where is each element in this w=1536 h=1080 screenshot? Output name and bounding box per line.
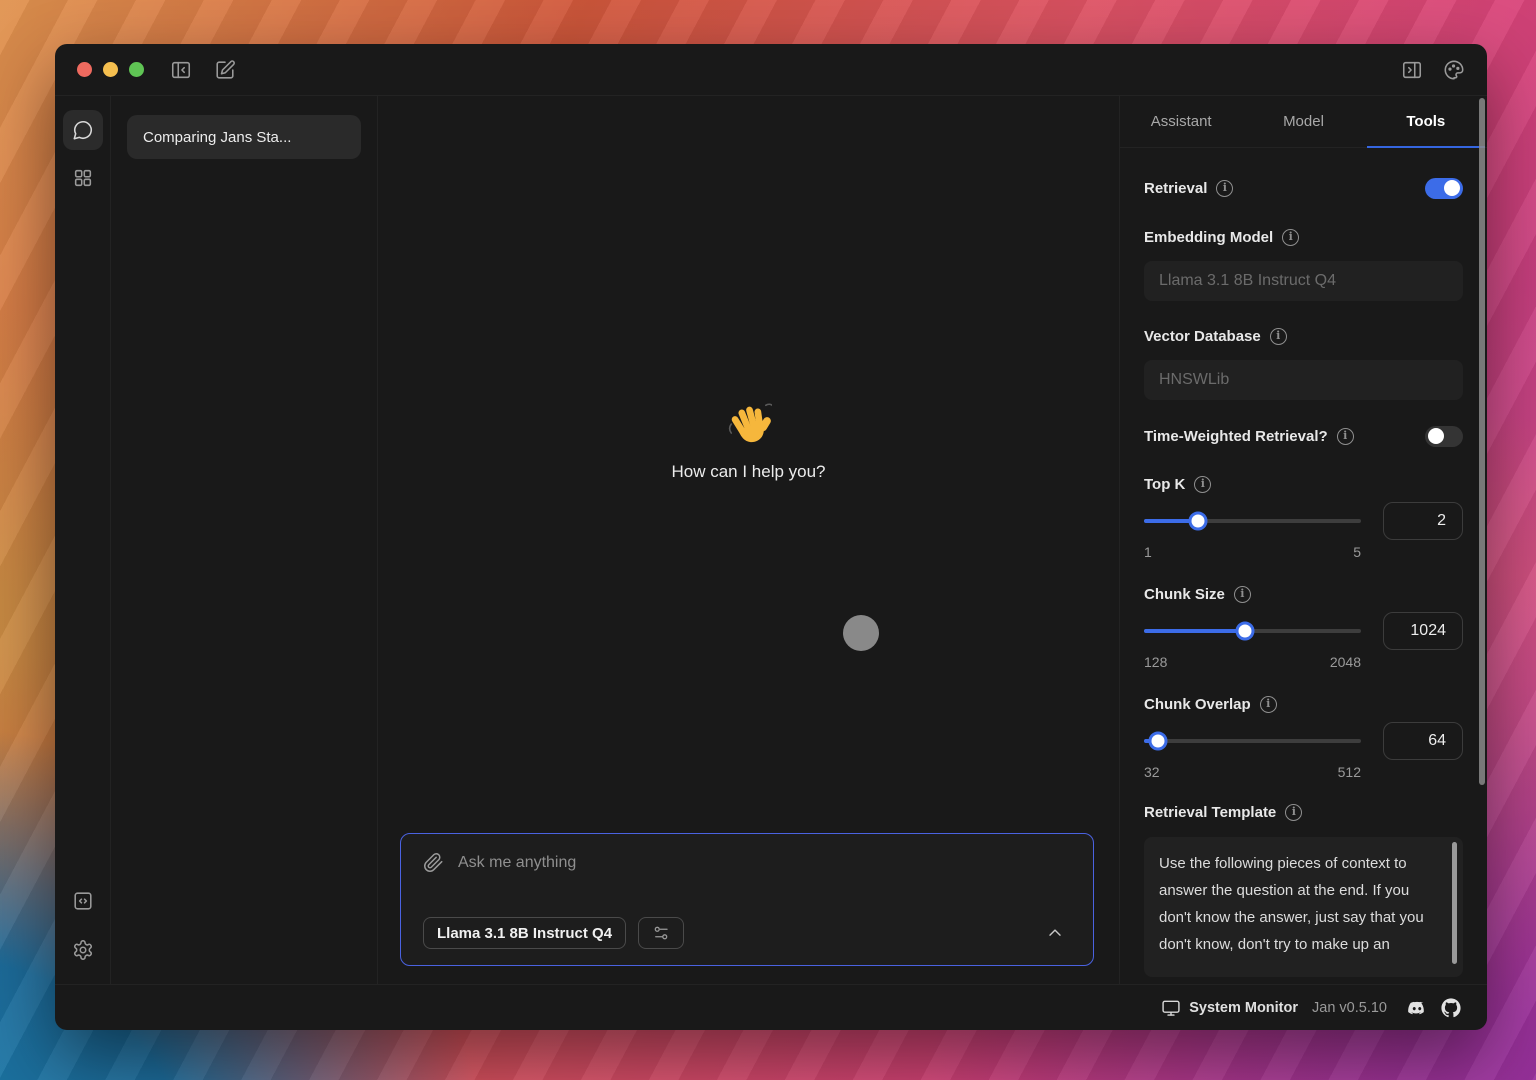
theme-button[interactable] xyxy=(1439,55,1469,85)
top-k-label: Top K xyxy=(1144,476,1185,493)
chunk-overlap-min: 32 xyxy=(1144,764,1160,780)
panel-tabs: Assistant Model Tools xyxy=(1120,96,1487,148)
settings-button[interactable] xyxy=(63,930,103,970)
embedding-model-label: Embedding Model xyxy=(1144,229,1273,246)
time-weighted-label: Time-Weighted Retrieval? xyxy=(1144,428,1328,445)
top-k-max: 5 xyxy=(1353,544,1361,560)
chunk-overlap-value-input[interactable]: 64 xyxy=(1383,722,1463,760)
retrieval-toggle[interactable] xyxy=(1425,178,1463,199)
tools-settings: Retrieval i Embedding Model i Llama 3.1 8B… xyxy=(1120,148,1487,984)
panel-left-close-icon xyxy=(170,59,192,81)
app-window: Comparing Jans Sta... xyxy=(55,44,1487,1030)
retrieval-label: Retrieval xyxy=(1144,180,1207,197)
toggle-left-panel-button[interactable] xyxy=(166,55,196,85)
retrieval-template-textarea[interactable]: Use the following pieces of context to a… xyxy=(1144,837,1463,977)
cursor-dot xyxy=(843,615,879,651)
new-thread-button[interactable] xyxy=(210,55,240,85)
zoom-button[interactable] xyxy=(129,62,144,77)
model-settings-button[interactable] xyxy=(638,917,684,949)
top-k-value-input[interactable]: 2 xyxy=(1383,502,1463,540)
app-version: Jan v0.5.10 xyxy=(1312,1000,1387,1016)
chevron-up-icon[interactable] xyxy=(1045,923,1065,943)
settings-gear-icon xyxy=(72,939,94,961)
info-icon[interactable]: i xyxy=(1282,229,1299,246)
traffic-lights xyxy=(77,62,144,77)
nav-hub-button[interactable] xyxy=(63,158,103,198)
vector-database-input: HNSWLib xyxy=(1144,360,1463,400)
chat-input-placeholder: Ask me anything xyxy=(458,854,576,872)
thread-list-item[interactable]: Comparing Jans Sta... xyxy=(127,115,361,159)
tab-assistant[interactable]: Assistant xyxy=(1120,96,1242,147)
info-icon[interactable]: i xyxy=(1285,804,1302,821)
toggle-right-panel-button[interactable] xyxy=(1397,55,1427,85)
greeting-text: How can I help you? xyxy=(378,462,1119,482)
tab-model[interactable]: Model xyxy=(1242,96,1364,147)
empty-state: How can I help you? xyxy=(378,401,1119,482)
sliders-icon xyxy=(652,924,670,942)
compose-icon xyxy=(214,59,236,81)
retrieval-template-label: Retrieval Template xyxy=(1144,804,1276,821)
system-monitor-label: System Monitor xyxy=(1189,1000,1298,1016)
time-weighted-toggle[interactable] xyxy=(1425,426,1463,447)
chat-input-box[interactable]: Ask me anything Llama 3.1 8B Instruct Q4 xyxy=(400,833,1094,966)
api-server-icon xyxy=(72,890,94,912)
chunk-size-label: Chunk Size xyxy=(1144,586,1225,603)
right-panel: Assistant Model Tools Retrieval i Embeddi… xyxy=(1119,96,1487,984)
top-k-slider[interactable] xyxy=(1144,519,1361,523)
system-monitor-button[interactable]: System Monitor xyxy=(1161,998,1298,1018)
local-api-server-button[interactable] xyxy=(63,881,103,921)
chat-area: How can I help you? Ask me anything Llam… xyxy=(378,96,1119,984)
model-selector-label: Llama 3.1 8B Instruct Q4 xyxy=(437,925,612,942)
info-icon[interactable]: i xyxy=(1216,180,1233,197)
chunk-overlap-label: Chunk Overlap xyxy=(1144,696,1251,713)
chunk-overlap-max: 512 xyxy=(1338,764,1361,780)
monitor-icon xyxy=(1161,998,1181,1018)
chat-icon xyxy=(72,119,94,141)
panel-scrollbar[interactable] xyxy=(1479,98,1485,785)
info-icon[interactable]: i xyxy=(1194,476,1211,493)
info-icon[interactable]: i xyxy=(1337,428,1354,445)
close-button[interactable] xyxy=(77,62,92,77)
panel-right-icon xyxy=(1401,59,1423,81)
top-k-min: 1 xyxy=(1144,544,1152,560)
info-icon[interactable]: i xyxy=(1270,328,1287,345)
apps-grid-icon xyxy=(72,167,94,189)
palette-icon xyxy=(1443,59,1465,81)
vector-database-label: Vector Database xyxy=(1144,328,1261,345)
chunk-size-slider[interactable] xyxy=(1144,629,1361,633)
nav-rail xyxy=(55,96,111,984)
textarea-scrollbar[interactable] xyxy=(1452,842,1457,964)
minimize-button[interactable] xyxy=(103,62,118,77)
info-icon[interactable]: i xyxy=(1234,586,1251,603)
model-selector-button[interactable]: Llama 3.1 8B Instruct Q4 xyxy=(423,917,626,949)
nav-threads-button[interactable] xyxy=(63,110,103,150)
discord-icon[interactable] xyxy=(1407,998,1427,1018)
thread-title: Comparing Jans Sta... xyxy=(143,129,291,146)
chunk-overlap-slider[interactable] xyxy=(1144,739,1361,743)
tab-tools[interactable]: Tools xyxy=(1365,96,1487,147)
thread-list: Comparing Jans Sta... xyxy=(111,96,378,984)
chunk-size-value-input[interactable]: 1024 xyxy=(1383,612,1463,650)
status-bar: System Monitor Jan v0.5.10 xyxy=(55,984,1487,1030)
wave-hand-icon xyxy=(726,401,772,452)
titlebar xyxy=(55,44,1487,96)
embedding-model-input: Llama 3.1 8B Instruct Q4 xyxy=(1144,261,1463,301)
info-icon[interactable]: i xyxy=(1260,696,1277,713)
chunk-size-max: 2048 xyxy=(1330,654,1361,670)
paperclip-icon[interactable] xyxy=(423,852,444,873)
github-icon[interactable] xyxy=(1441,998,1461,1018)
chunk-size-min: 128 xyxy=(1144,654,1167,670)
